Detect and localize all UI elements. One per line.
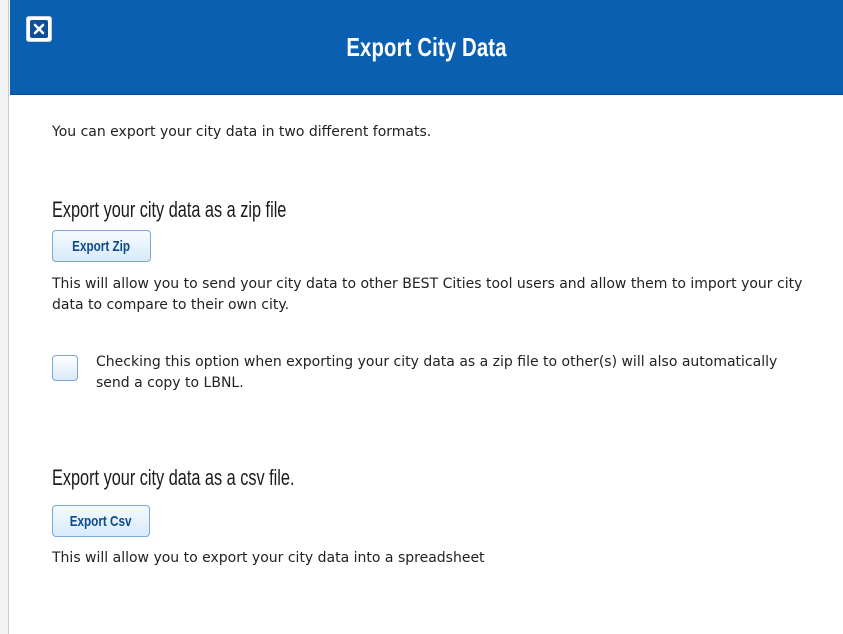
intro-text: You can export your city data in two dif… — [52, 124, 432, 140]
dialog-header: Export City Data — [10, 0, 843, 95]
close-button[interactable] — [26, 16, 52, 42]
export-csv-button[interactable]: Export Csv — [52, 505, 150, 537]
export-zip-button-label: Export Zip — [72, 237, 131, 255]
dialog-title: Export City Data — [346, 32, 507, 62]
export-csv-button-label: Export Csv — [70, 512, 132, 530]
zip-section-heading: Export your city data as a zip file — [52, 197, 287, 222]
close-icon — [30, 20, 48, 38]
window-left-edge — [0, 0, 10, 634]
csv-description: This will allow you to export your city … — [52, 550, 485, 566]
send-copy-checkbox-label: Checking this option when exporting your… — [96, 354, 778, 391]
csv-section-heading: Export your city data as a csv file. — [52, 465, 295, 490]
send-copy-checkbox[interactable] — [52, 355, 78, 381]
export-zip-button[interactable]: Export Zip — [52, 230, 151, 262]
zip-description: This will allow you to send your city da… — [52, 276, 803, 313]
